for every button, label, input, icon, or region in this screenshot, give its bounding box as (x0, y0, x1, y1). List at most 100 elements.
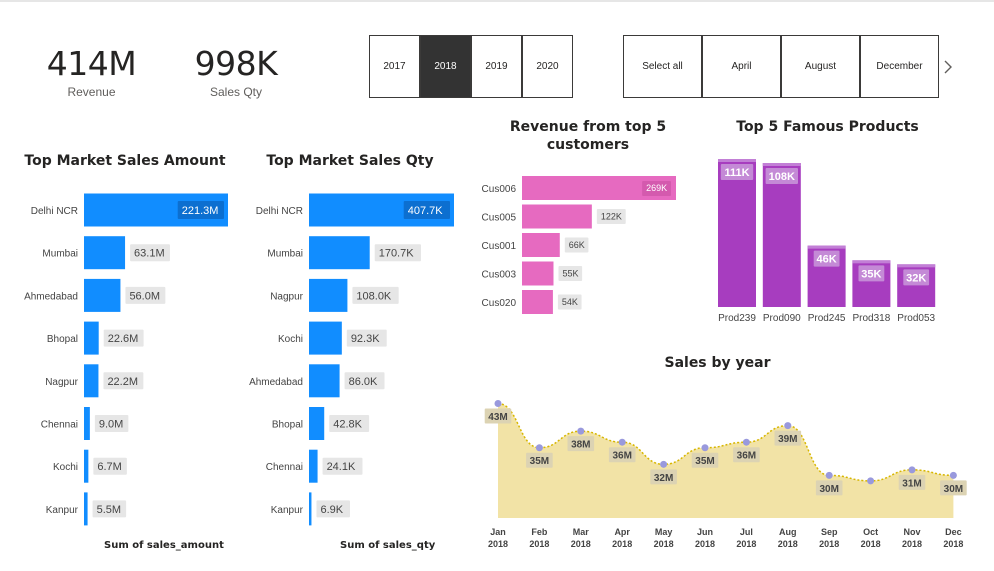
product-category-label: Prod053 (897, 313, 935, 324)
market-amount-category-label: Mumbai (42, 249, 78, 260)
product-bar (718, 159, 756, 307)
month-tick-label: Apr (614, 527, 630, 537)
month-tile-april[interactable]: April (702, 35, 781, 98)
customer-label: Cus006 (482, 184, 517, 195)
product-bar (762, 163, 801, 307)
kpi-sales-qty-label: Sales Qty (209, 85, 263, 99)
market-qty-category-label: Kanpur (271, 505, 304, 516)
customer-data-label: 122K (601, 212, 622, 222)
products-title: Top 5 Famous Products (736, 119, 919, 135)
market-amount-bar (84, 407, 90, 440)
product-data-label: 32K (906, 272, 926, 284)
month-tile-august[interactable]: August (781, 35, 860, 98)
sales-data-label: 36M (737, 451, 756, 462)
top-border (0, 0, 994, 2)
kpi-revenue-label: Revenue (67, 85, 116, 99)
sales-data-label: 35M (695, 456, 714, 467)
year-tile-2018[interactable]: 2018 (420, 35, 471, 98)
customer-label: Cus020 (482, 298, 517, 309)
month-slicer: Select all April August December (623, 35, 939, 98)
market-qty-data-label: 24.1K (327, 461, 356, 473)
product-data-label: 108K (769, 171, 795, 183)
year-tile-2020[interactable]: 2020 (522, 35, 573, 98)
market-qty-bar (309, 364, 340, 398)
kpi-revenue: 414M Revenue (40, 44, 143, 99)
market-amount-axis-title: Sum of sales_amount (104, 540, 224, 551)
sales-year-chart: 43M Jan 2018 35M Feb 2018 38M Mar 2018 36M Apr 2018… (484, 400, 967, 549)
products-chart: 111K Prod239 108K Prod090 46K Prod245 35K Prod3… (718, 159, 936, 324)
market-amount-title: Top Market Sales Amount (24, 153, 226, 169)
customer-bar (522, 204, 592, 229)
kpi-sales-qty-value: 998K (194, 44, 278, 83)
year-tile-2017[interactable]: 2017 (369, 35, 420, 98)
product-data-label: 46K (817, 254, 837, 266)
product-data-label: 111K (724, 167, 749, 179)
market-amount-category-label: Chennai (41, 420, 78, 431)
sales-point (867, 477, 875, 485)
kpi-revenue-value: 414M (46, 44, 137, 83)
market-qty-data-label: 108.0K (356, 290, 392, 302)
year-tick-label: 2018 (943, 539, 963, 549)
sales-point (949, 471, 957, 479)
chevron-right-icon[interactable] (940, 55, 956, 79)
market-qty-category-label: Nagpur (270, 291, 303, 302)
market-amount-category-label: Kochi (53, 462, 78, 473)
customers-chart: Cus006 269K Cus005 122K Cus001 66K Cus003 55K Cu… (482, 176, 676, 314)
customer-bar (522, 261, 554, 286)
year-tile-2019[interactable]: 2019 (471, 35, 522, 98)
month-tick-label: Dec (945, 527, 962, 537)
market-qty-category-label: Ahmedabad (249, 377, 303, 388)
sales-point (535, 444, 543, 452)
market-qty-category-label: Kochi (278, 334, 303, 345)
market-qty-category-label: Bhopal (272, 420, 303, 431)
sales-point (908, 466, 916, 474)
year-tick-label: 2018 (488, 539, 508, 549)
market-qty-bar (309, 492, 312, 526)
market-qty-bar (309, 407, 325, 440)
sales-data-label: 36M (612, 451, 631, 462)
sales-point (494, 400, 502, 408)
market-amount-category-label: Nagpur (45, 377, 78, 388)
sales-year-title: Sales by year (664, 355, 771, 371)
month-tick-label: Oct (863, 527, 878, 537)
market-amount-data-label: 22.6M (108, 333, 139, 345)
product-bar-top (762, 163, 801, 166)
market-qty-bar (309, 321, 342, 355)
sales-point (618, 438, 626, 446)
sales-data-label: 30M (944, 484, 963, 495)
month-tick-label: May (655, 527, 673, 537)
customer-data-label: 55K (562, 269, 578, 279)
market-amount-data-label: 9.0M (99, 418, 123, 430)
market-amount-data-label: 6.7M (97, 461, 121, 473)
product-bar-top (852, 260, 891, 264)
month-tile-select-all[interactable]: Select all (623, 35, 702, 98)
month-tick-label: Jan (490, 527, 506, 537)
market-amount-data-label: 56.0M (129, 290, 160, 302)
sales-point (701, 444, 709, 452)
month-tick-label: Jun (697, 527, 713, 537)
market-qty-title: Top Market Sales Qty (266, 153, 434, 169)
month-tick-label: Mar (573, 527, 590, 537)
customer-label: Cus001 (482, 241, 517, 252)
month-tick-label: Nov (903, 527, 920, 537)
market-amount-bar (84, 449, 89, 483)
market-amount-category-label: Delhi NCR (31, 206, 78, 217)
customer-data-label: 269K (646, 183, 667, 193)
market-amount-bar (84, 492, 88, 526)
market-qty-category-label: Delhi NCR (256, 206, 303, 217)
sales-point (660, 460, 668, 468)
month-tile-december[interactable]: December (860, 35, 939, 98)
market-qty-bar (309, 236, 370, 270)
year-tick-label: 2018 (861, 539, 881, 549)
product-category-label: Prod090 (763, 313, 801, 324)
sales-data-label: 32M (654, 473, 673, 484)
kpi-sales-qty: 998K Sales Qty (186, 44, 286, 99)
market-amount-bar (84, 321, 99, 355)
customer-data-label: 66K (569, 240, 585, 250)
sales-area (498, 403, 954, 518)
year-tick-label: 2018 (612, 539, 632, 549)
sales-point (577, 427, 585, 435)
sales-data-label: 31M (902, 478, 921, 489)
sales-data-label: 30M (819, 484, 838, 495)
market-amount-category-label: Kanpur (46, 505, 79, 516)
